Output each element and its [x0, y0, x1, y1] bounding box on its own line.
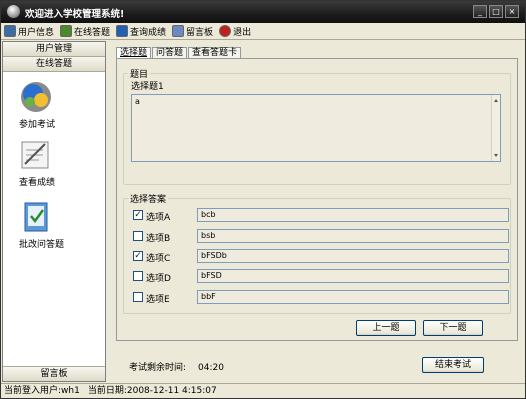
online-exam-icon — [60, 25, 73, 37]
sidebar-header-user-management[interactable]: 用户管理 — [3, 42, 105, 57]
view-grades-icon — [21, 141, 49, 169]
status-bar: 当前登入用户:wh1 当前日期:2008-12-11 4:15:07 — [1, 383, 525, 398]
option-d-checkbox[interactable] — [133, 271, 143, 281]
sidebar-footer-message-board[interactable]: 留言板 — [3, 366, 105, 381]
option-b-field[interactable]: bsb — [197, 229, 509, 243]
option-d-field[interactable]: bFSD — [197, 269, 509, 283]
sidebar: 用户管理 在线答题 参加考试 查看成绩 批改问答题 留言板 — [2, 41, 106, 382]
question-text-area[interactable]: a — [131, 94, 501, 162]
content-area: 选择题 问答题 查看答题卡 题目 选择题1 a 选择答案 ✓ 选项A bcb 选… — [108, 41, 523, 382]
question-scrollbar[interactable] — [491, 95, 500, 161]
query-grades-icon — [116, 25, 129, 37]
question-text: a — [135, 97, 140, 106]
main-window: 欢迎进入学校管理系统! _ □ × 用户信息 在线答题 查询成绩 留言板 退出 — [0, 0, 526, 399]
question-label: 选择题1 — [131, 82, 164, 92]
minimize-button[interactable]: _ — [473, 5, 487, 18]
option-b-label: 选项B — [146, 234, 171, 244]
status-current-user: 当前登入用户:wh1 — [4, 386, 80, 396]
take-exam-icon — [21, 82, 51, 112]
tab-panel: 题目 选择题1 a 选择答案 ✓ 选项A bcb 选项B bsb ✓ 选项C b… — [116, 58, 518, 341]
toolbar-label: 查询成绩 — [130, 27, 167, 38]
option-e-field[interactable]: bbF — [197, 290, 509, 304]
option-e-label: 选项E — [146, 295, 170, 305]
toolbar-label: 留言板 — [186, 27, 214, 38]
toolbar-exit[interactable]: 退出 — [219, 25, 251, 38]
toolbar-online-exam[interactable]: 在线答题 — [60, 25, 110, 38]
option-a-label: 选项A — [146, 213, 171, 223]
maximize-button[interactable]: □ — [489, 5, 503, 18]
toolbar-user-info[interactable]: 用户信息 — [4, 25, 54, 38]
close-button[interactable]: × — [505, 5, 519, 18]
previous-question-button[interactable]: 上一题 — [356, 320, 416, 336]
option-a-checkbox[interactable]: ✓ — [133, 210, 143, 220]
option-c-checkbox[interactable]: ✓ — [133, 251, 143, 261]
app-icon — [7, 5, 20, 18]
toolbar-label: 用户信息 — [18, 27, 55, 38]
option-c-label: 选项C — [146, 254, 171, 264]
time-remaining: 考试剩余时间: 04:20 — [129, 360, 224, 373]
option-d-label: 选项D — [146, 274, 171, 284]
option-c-field[interactable]: bFSDb — [197, 249, 509, 263]
window-title: 欢迎进入学校管理系统! — [25, 9, 125, 20]
finish-exam-button[interactable]: 结束考试 — [422, 357, 484, 373]
option-b-checkbox[interactable] — [133, 231, 143, 241]
option-a-field[interactable]: bcb — [197, 208, 509, 222]
sidebar-item-view-grades[interactable]: 查看成绩 — [3, 138, 105, 198]
option-row-a: ✓ 选项A bcb — [133, 208, 509, 223]
exit-icon — [219, 25, 232, 37]
sidebar-item-label: 参加考试 — [19, 120, 56, 130]
user-info-icon — [4, 25, 16, 37]
status-current-date: 当前日期:2008-12-11 4:15:07 — [87, 386, 217, 396]
option-row-c: ✓ 选项C bFSDb — [133, 249, 509, 264]
sidebar-item-label: 批改问答题 — [19, 240, 65, 250]
toolbar-label: 在线答题 — [74, 27, 111, 38]
time-remaining-value: 04:20 — [198, 363, 224, 373]
grade-essay-icon — [24, 202, 48, 232]
toolbar: 用户信息 在线答题 查询成绩 留言板 退出 — [1, 23, 525, 40]
toolbar-label: 退出 — [233, 27, 252, 38]
sidebar-item-take-exam[interactable]: 参加考试 — [3, 80, 105, 140]
toolbar-message-board[interactable]: 留言板 — [172, 25, 213, 38]
option-row-e: 选项E bbF — [133, 290, 509, 305]
option-row-d: 选项D bFSD — [133, 269, 509, 284]
option-e-checkbox[interactable] — [133, 292, 143, 302]
sidebar-item-label: 查看成绩 — [19, 178, 56, 188]
message-board-icon — [172, 25, 185, 37]
toolbar-query-grades[interactable]: 查询成绩 — [116, 25, 166, 38]
answers-group-title: 选择答案 — [130, 195, 167, 205]
sidebar-header-online-exam[interactable]: 在线答题 — [3, 57, 105, 72]
title-bar: 欢迎进入学校管理系统! _ □ × — [1, 1, 525, 23]
next-question-button[interactable]: 下一题 — [423, 320, 483, 336]
option-row-b: 选项B bsb — [133, 229, 509, 244]
time-remaining-label: 考试剩余时间: — [129, 363, 187, 373]
sidebar-item-grade-essay[interactable]: 批改问答题 — [3, 200, 105, 260]
